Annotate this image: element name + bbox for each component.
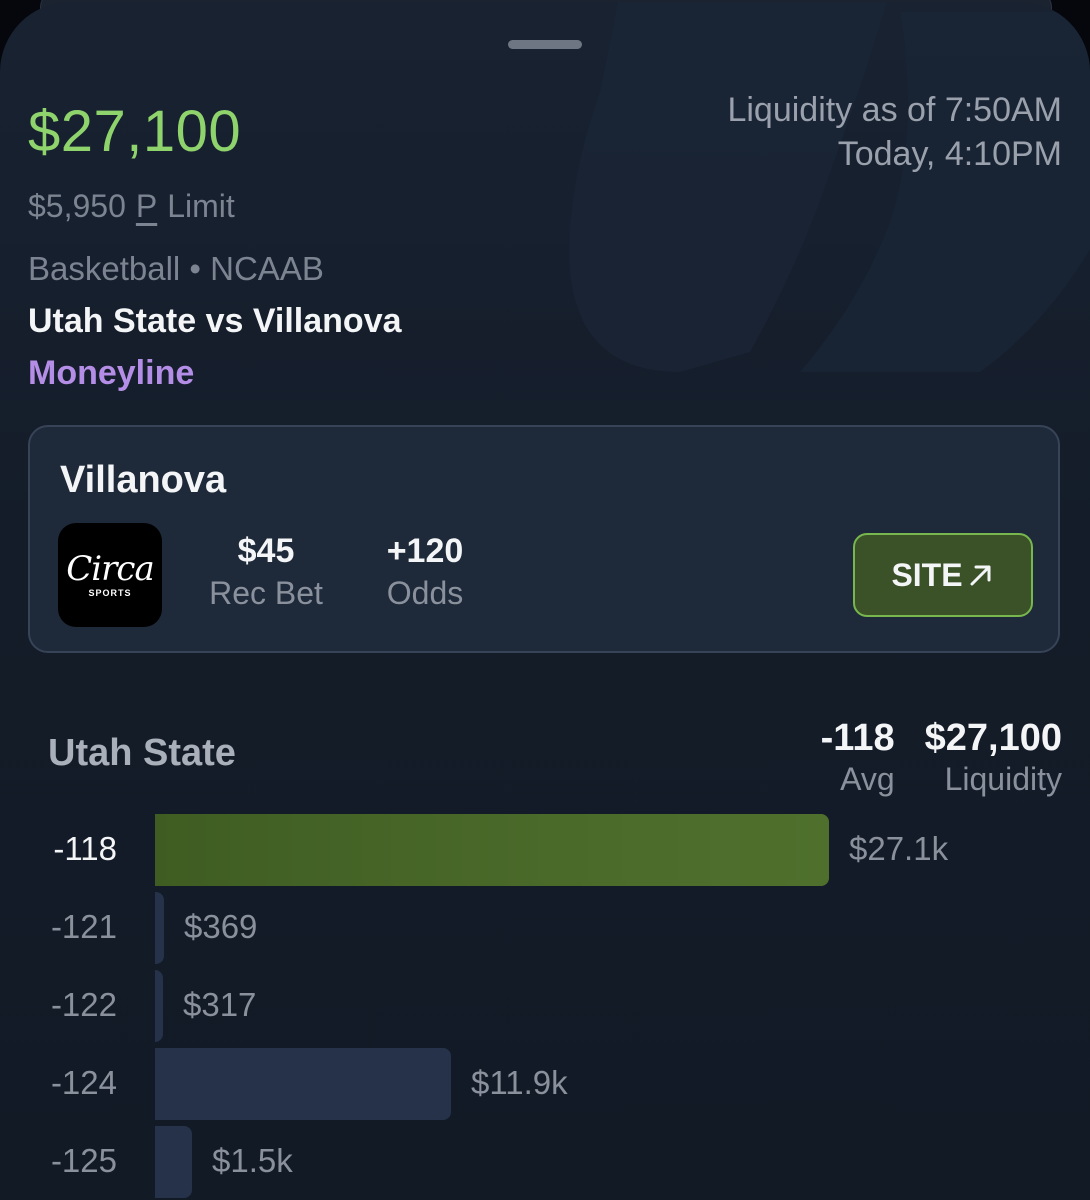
background-logo-icon xyxy=(569,2,1090,372)
site-button-label: SITE xyxy=(891,556,963,593)
limit-badge[interactable]: P xyxy=(134,188,159,225)
ladder-bar xyxy=(155,814,829,886)
ladder-price: -121 xyxy=(50,908,117,945)
ladder-row[interactable]: -125 $1.5k xyxy=(0,1126,1090,1198)
liquidity-amount: $27,100 xyxy=(28,99,242,164)
limit-row: $5,950 P Limit xyxy=(28,188,235,225)
ladder-bar xyxy=(155,1048,451,1120)
ladder-amount: $27.1k xyxy=(849,830,949,867)
total-liquidity-label: Liquidity xyxy=(944,761,1062,797)
ladder-row[interactable]: -124 $11.9k xyxy=(0,1048,1090,1120)
ladder-bar xyxy=(155,892,164,964)
sheet-grabber[interactable] xyxy=(508,40,582,49)
sport-league: Basketball • NCAAB xyxy=(28,250,324,287)
liquidity-as-of: Liquidity as of 7:50AM xyxy=(727,91,1062,129)
market-type: Moneyline xyxy=(28,354,195,392)
site-button[interactable]: SITE xyxy=(853,533,1033,617)
arrow-up-right-icon xyxy=(970,565,991,586)
ladder-price: -124 xyxy=(50,1064,117,1101)
bottom-sheet: $27,100 Liquidity as of 7:50AM Today, 4:… xyxy=(0,2,1090,1200)
ladder-amount: $317 xyxy=(183,986,257,1023)
ladder-price: -122 xyxy=(50,986,117,1023)
book-logo-subtext: SPORTS xyxy=(88,588,132,598)
ladder-summary: -118 Avg $27,100 Liquidity xyxy=(821,716,1062,798)
book-logo-text: Circa xyxy=(66,549,154,589)
bet-card-team: Villanova xyxy=(60,459,227,501)
ladder-price: -125 xyxy=(50,1142,117,1179)
rec-bet-label: Rec Bet xyxy=(209,575,323,611)
ladder-row[interactable]: -121 $369 xyxy=(0,892,1090,964)
ladder-amount: $369 xyxy=(184,908,258,945)
limit-amount: $5,950 xyxy=(28,188,126,224)
ladder-amount: $11.9k xyxy=(471,1064,568,1101)
avg-stat: -118 Avg xyxy=(821,716,895,798)
rec-bet-value: $45 xyxy=(237,532,295,570)
odds-label: Odds xyxy=(386,575,464,611)
ladder-row[interactable]: -122 $317 xyxy=(0,970,1090,1042)
ladder-row[interactable]: -118 $27.1k xyxy=(0,814,1090,886)
ladder-bar xyxy=(155,970,163,1042)
ladder-bar xyxy=(155,1126,192,1198)
avg-label: Avg xyxy=(840,761,895,797)
avg-value: -118 xyxy=(820,717,895,759)
limit-label: Limit xyxy=(167,188,235,224)
event-time: Today, 4:10PM xyxy=(837,135,1062,173)
matchup-title: Utah State vs Villanova xyxy=(28,302,402,340)
total-liquidity-value: $27,100 xyxy=(924,717,1062,759)
ladder-price: -118 xyxy=(53,830,117,867)
bet-card: Villanova Circa SPORTS $45 Rec Bet +120 … xyxy=(28,425,1060,653)
odds-stat: +120 Odds xyxy=(370,531,480,615)
circa-sports-logo-icon: Circa SPORTS xyxy=(58,523,162,627)
screen: $27,100 Liquidity as of 7:50AM Today, 4:… xyxy=(0,0,1090,1200)
liquidity-timestamp: Liquidity as of 7:50AM Today, 4:10PM xyxy=(727,88,1062,176)
rec-bet-stat: $45 Rec Bet xyxy=(196,531,336,615)
ladder-team: Utah State xyxy=(48,732,236,774)
ladder-amount: $1.5k xyxy=(212,1142,293,1179)
odds-value: +120 xyxy=(386,532,464,570)
total-liquidity-stat: $27,100 Liquidity xyxy=(925,716,1062,798)
